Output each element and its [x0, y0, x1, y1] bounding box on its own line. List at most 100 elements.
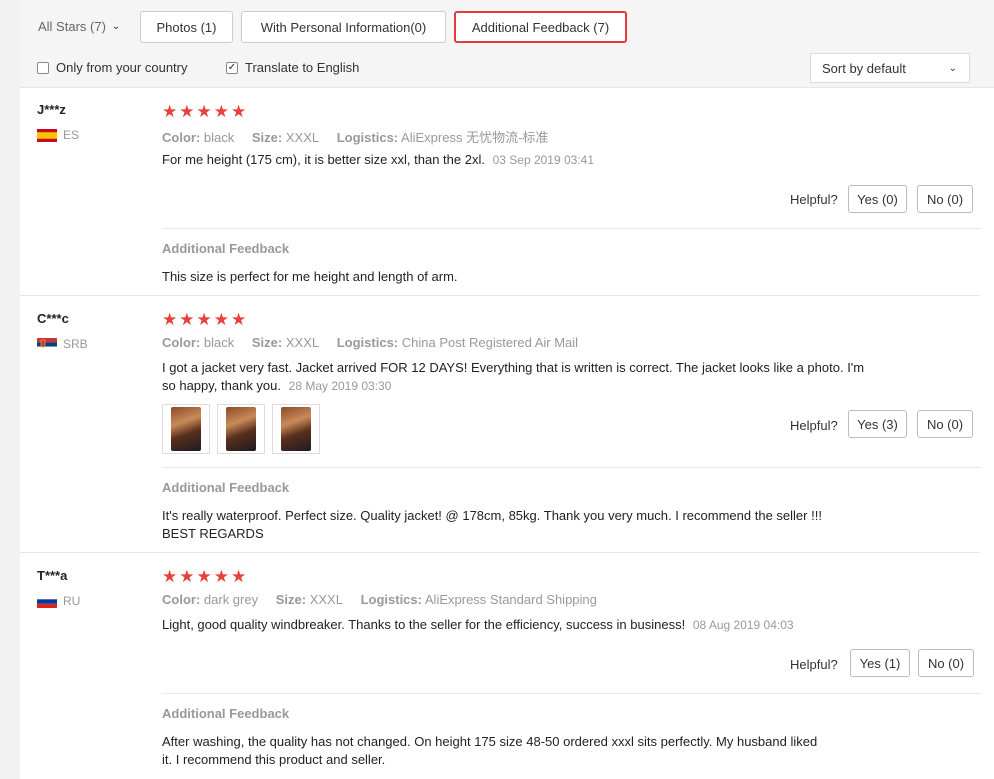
star-icon: ★	[196, 102, 212, 121]
review-body: Light, good quality windbreaker. Thanks …	[162, 617, 686, 632]
checkbox-checked-icon: ✓	[226, 61, 238, 74]
size-value: XXXL	[285, 335, 320, 350]
color-value: dark grey	[203, 592, 259, 607]
tab-photos[interactable]: Photos (1)	[140, 11, 233, 43]
size-value: XXXL	[309, 592, 343, 607]
star-icon: ★	[196, 310, 212, 329]
logistics-key: Logistics:	[336, 130, 399, 145]
size-key: Size:	[251, 335, 283, 350]
helpful-label: Helpful?	[790, 418, 838, 433]
review-date: 08 Aug 2019 04:03	[692, 618, 794, 632]
review-photo-thumbnail[interactable]	[162, 404, 210, 454]
reviews-panel: All Stars (7) ⌄ Photos (1) With Personal…	[20, 0, 994, 779]
size-key: Size:	[275, 592, 307, 607]
star-icon: ★	[179, 310, 195, 329]
review-item: C***c SRB ★ ★ ★ ★ ★ Color: black Size: XXXL …	[20, 296, 981, 553]
additional-feedback-title: Additional Feedback	[162, 480, 290, 495]
color-key: Color:	[162, 335, 201, 350]
star-icon: ★	[213, 567, 229, 586]
photo-image	[281, 407, 311, 451]
additional-feedback-title: Additional Feedback	[162, 241, 290, 256]
additional-feedback-line-2: BEST REGARDS	[162, 526, 264, 541]
additional-feedback-text: It's really waterproof. Perfect size. Qu…	[162, 507, 882, 543]
star-icon: ★	[231, 102, 247, 121]
star-rating: ★ ★ ★ ★ ★	[162, 568, 246, 585]
size-key: Size:	[251, 130, 283, 145]
helpful-yes-button[interactable]: Yes (0)	[848, 185, 907, 213]
helpful-label: Helpful?	[790, 192, 838, 207]
color-key: Color:	[162, 592, 201, 607]
additional-feedback-text: After washing, the quality has not chang…	[162, 733, 882, 769]
divider	[162, 228, 981, 229]
filter-bar: All Stars (7) ⌄ Photos (1) With Personal…	[20, 0, 994, 88]
helpful-yes-button[interactable]: Yes (3)	[848, 410, 907, 438]
size-value: XXXL	[285, 130, 320, 145]
star-icon: ★	[162, 567, 178, 586]
chevron-down-icon: ⌄	[948, 62, 957, 74]
additional-feedback-text: This size is perfect for me height and l…	[162, 269, 458, 284]
tab-personal-information[interactable]: With Personal Information(0)	[241, 11, 446, 43]
additional-feedback-title: Additional Feedback	[162, 706, 290, 721]
all-stars-label: All Stars (7)	[38, 19, 106, 34]
star-icon: ★	[231, 567, 247, 586]
sort-label: Sort by default	[822, 60, 906, 76]
star-rating: ★ ★ ★ ★ ★	[162, 311, 246, 328]
photo-image	[226, 407, 256, 451]
star-icon: ★	[196, 567, 212, 586]
review-date: 03 Sep 2019 03:41	[492, 153, 595, 167]
helpful-yes-button[interactable]: Yes (1)	[850, 649, 910, 677]
order-attributes: Color: black Size: XXXL Logistics: China…	[162, 335, 592, 350]
review-photo-thumbnail[interactable]	[272, 404, 320, 454]
country-code: SRB	[63, 337, 88, 351]
left-gutter	[0, 0, 20, 779]
photo-image	[171, 407, 201, 451]
logistics-value: China Post Registered Air Mail	[401, 335, 579, 350]
review-date: 28 May 2019 03:30	[288, 379, 392, 393]
review-photo-thumbnail[interactable]	[217, 404, 265, 454]
tab-additional-feedback[interactable]: Additional Feedback (7)	[454, 11, 627, 43]
logistics-key: Logistics:	[360, 592, 422, 607]
review-text: Light, good quality windbreaker. Thanks …	[162, 616, 882, 634]
review-text: I got a jacket very fast. Jacket arrived…	[162, 359, 882, 395]
reviewer-country: ES	[37, 128, 79, 142]
star-icon: ★	[162, 310, 178, 329]
additional-feedback-line-1: It's really waterproof. Perfect size. Qu…	[162, 508, 822, 523]
translate-label: Translate to English	[245, 60, 360, 75]
reviewer-name: C***c	[37, 311, 69, 326]
russia-flag-icon	[37, 594, 57, 608]
only-country-checkbox[interactable]: Only from your country	[37, 60, 188, 75]
color-key: Color:	[162, 130, 201, 145]
helpful-no-button[interactable]: No (0)	[918, 649, 974, 677]
all-stars-dropdown[interactable]: All Stars (7) ⌄	[38, 19, 120, 34]
logistics-value: AliExpress 无忧物流-标准	[401, 130, 549, 145]
order-attributes: Color: dark grey Size: XXXL Logistics: A…	[162, 592, 611, 607]
color-value: black	[203, 130, 235, 145]
serbia-flag-icon	[37, 337, 57, 351]
reviewer-name: T***a	[37, 568, 68, 583]
additional-feedback-line-1: After washing, the quality has not chang…	[162, 734, 818, 749]
country-code: ES	[63, 128, 80, 142]
divider	[162, 693, 981, 694]
order-attributes: Color: black Size: XXXL Logistics: AliEx…	[162, 127, 562, 146]
spain-flag-icon	[37, 128, 57, 142]
logistics-key: Logistics:	[336, 335, 399, 350]
helpful-label: Helpful?	[790, 657, 838, 672]
translate-checkbox[interactable]: ✓ Translate to English	[226, 60, 359, 75]
helpful-no-button[interactable]: No (0)	[917, 410, 973, 438]
review-body-line-1: I got a jacket very fast. Jacket arrived…	[162, 360, 865, 375]
star-icon: ★	[179, 567, 195, 586]
helpful-no-button[interactable]: No (0)	[917, 185, 973, 213]
reviewer-country: RU	[37, 594, 80, 608]
review-body: For me height (175 cm), it is better siz…	[162, 152, 485, 167]
star-icon: ★	[179, 102, 195, 121]
additional-feedback-line-2: it. I recommend this product and seller.	[162, 752, 386, 767]
chevron-down-icon: ⌄	[111, 21, 121, 32]
reviewer-country: SRB	[37, 337, 88, 351]
review-body-line-2: so happy, thank you.	[162, 378, 282, 393]
review-item: T***a RU ★ ★ ★ ★ ★ Color: dark grey Size: XX…	[20, 553, 981, 779]
sort-dropdown[interactable]: Sort by default ⌄	[810, 53, 970, 83]
star-icon: ★	[213, 102, 229, 121]
star-icon: ★	[213, 310, 229, 329]
divider	[162, 467, 981, 468]
color-value: black	[203, 335, 235, 350]
